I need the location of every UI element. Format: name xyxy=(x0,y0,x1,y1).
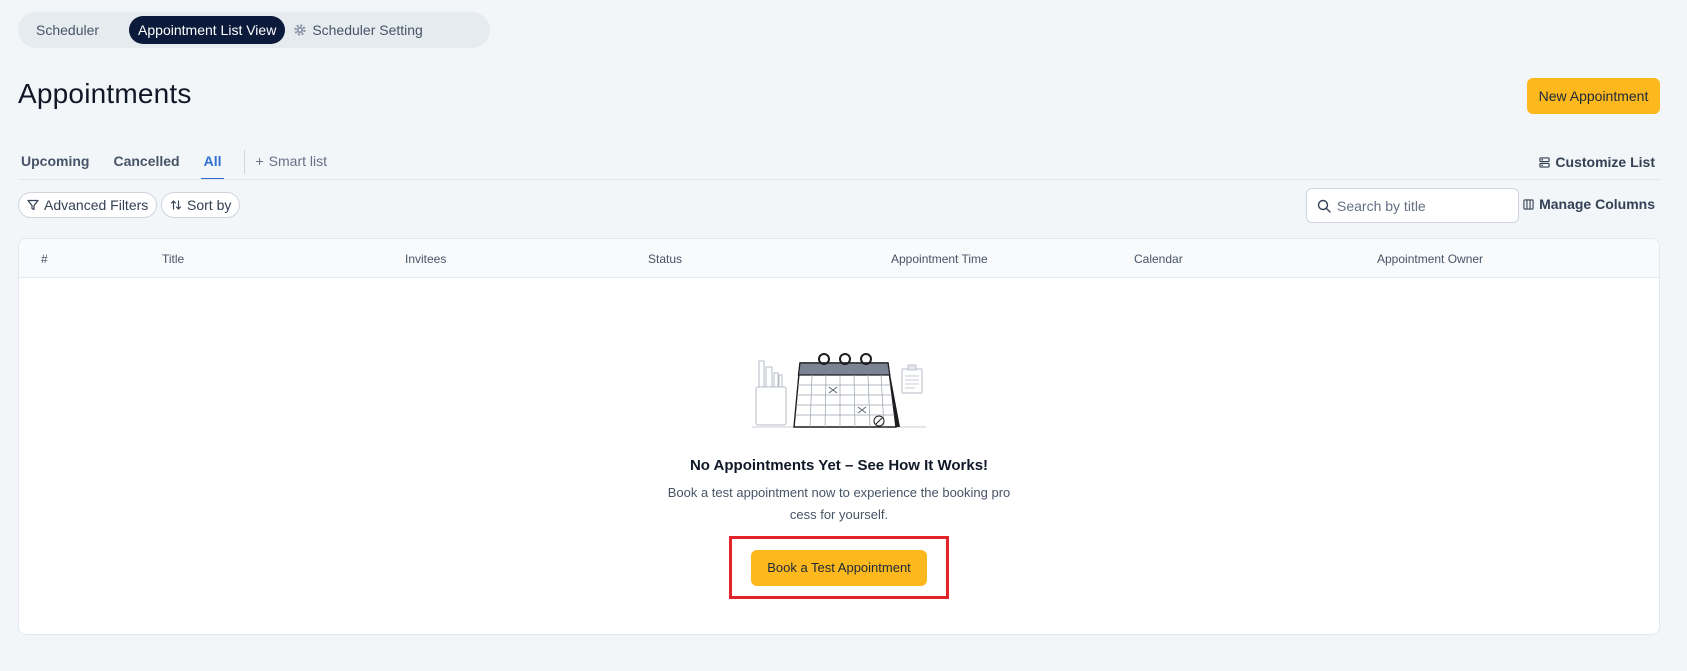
column-header-number[interactable]: # xyxy=(41,252,48,266)
customize-icon xyxy=(1539,156,1551,168)
column-header-status[interactable]: Status xyxy=(648,252,682,266)
tab-all[interactable]: All xyxy=(200,148,225,180)
customize-list-button[interactable]: Customize List xyxy=(1539,154,1655,170)
manage-columns-button[interactable]: Manage Columns xyxy=(1523,196,1655,212)
advanced-filters-label: Advanced Filters xyxy=(44,197,149,213)
page-title: Appointments xyxy=(18,78,192,109)
column-header-invitees[interactable]: Invitees xyxy=(405,252,446,266)
columns-icon xyxy=(1523,198,1534,210)
column-header-title[interactable]: Title xyxy=(162,252,184,266)
column-header-appointment-time[interactable]: Appointment Time xyxy=(891,252,988,266)
smart-list-label: Smart list xyxy=(268,153,328,169)
highlight-box: Book a Test Appointment xyxy=(729,536,949,599)
smart-list-button[interactable]: + Smart list xyxy=(255,148,327,169)
sort-icon xyxy=(170,200,182,210)
tab-scheduler-setting-label: Scheduler Setting xyxy=(312,22,423,38)
advanced-filters-button[interactable]: Advanced Filters xyxy=(18,192,158,218)
empty-state-title: No Appointments Yet – See How It Works! xyxy=(689,457,989,474)
table-header: # Title Invitees Status Appointment Time… xyxy=(19,239,1659,278)
sort-by-label: Sort by xyxy=(187,197,232,213)
filter-tabs: Upcoming Cancelled All + Smart list xyxy=(18,148,327,180)
column-header-calendar[interactable]: Calendar xyxy=(1134,252,1183,266)
tabs-divider xyxy=(244,150,246,174)
new-appointment-button[interactable]: New Appointment xyxy=(1527,78,1660,114)
search-input[interactable] xyxy=(1337,197,1508,214)
empty-state: No Appointments Yet – See How It Works! … xyxy=(19,349,1659,599)
gear-icon xyxy=(293,23,307,37)
empty-state-description: Book a test appointment now to experienc… xyxy=(654,482,1024,526)
customize-list-label: Customize List xyxy=(1555,154,1655,170)
filter-icon xyxy=(27,199,39,211)
tab-cancelled[interactable]: Cancelled xyxy=(110,148,182,180)
search-box[interactable] xyxy=(1306,188,1519,223)
tab-scheduler-setting[interactable]: Scheduler Setting xyxy=(285,16,437,44)
tab-upcoming[interactable]: Upcoming xyxy=(18,148,92,180)
top-nav: Scheduler Appointment List View Schedule… xyxy=(18,12,490,48)
empty-state-description-line: cess for yourself. xyxy=(789,507,889,522)
book-test-appointment-button[interactable]: Book a Test Appointment xyxy=(751,549,927,586)
manage-columns-label: Manage Columns xyxy=(1539,196,1655,212)
appointments-table: # Title Invitees Status Appointment Time… xyxy=(18,238,1660,635)
empty-state-description-line: Book a test appointment now to experienc… xyxy=(667,485,1011,500)
tab-appointment-list-view[interactable]: Appointment List View xyxy=(129,16,286,44)
search-icon xyxy=(1317,199,1331,213)
column-header-appointment-owner[interactable]: Appointment Owner xyxy=(1377,252,1483,266)
plus-icon: + xyxy=(255,153,264,169)
tabs-rule xyxy=(18,179,1660,180)
sort-by-button[interactable]: Sort by xyxy=(161,192,241,218)
tab-scheduler[interactable]: Scheduler xyxy=(22,16,113,44)
calendar-illustration-icon xyxy=(752,353,926,428)
